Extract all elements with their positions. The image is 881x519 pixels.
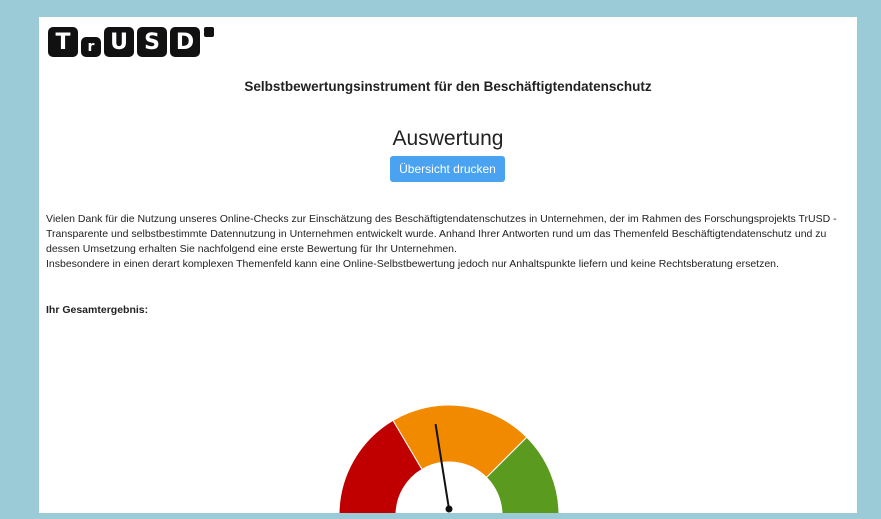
page-subtitle: Selbstbewertungsinstrument für den Besch… (244, 79, 652, 94)
intro-paragraph-1: Vielen Dank für die Nutzung unseres Onli… (46, 213, 837, 255)
main-panel: T r U S D Selbstbewertungsinstrument für… (39, 17, 857, 513)
logo-letter-u: U (104, 27, 134, 57)
logo-letter-r: r (81, 37, 101, 57)
result-gauge (338, 404, 560, 513)
trusd-logo: T r U S D (48, 27, 214, 57)
intro-text: Vielen Dank für die Nutzung unseres Onli… (46, 212, 854, 272)
logo-square-icon (204, 27, 214, 37)
intro-paragraph-2: Insbesondere in einen derart komplexen T… (46, 258, 779, 270)
print-overview-button[interactable]: Übersicht drucken (390, 156, 505, 182)
page-title: Auswertung (392, 127, 504, 150)
logo-letter-d: D (170, 27, 200, 57)
logo-letter-s: S (137, 27, 167, 57)
gauge-needle-hub (445, 505, 453, 513)
result-label: Ihr Gesamtergebnis: (46, 304, 149, 316)
logo-letter-t: T (48, 27, 78, 57)
